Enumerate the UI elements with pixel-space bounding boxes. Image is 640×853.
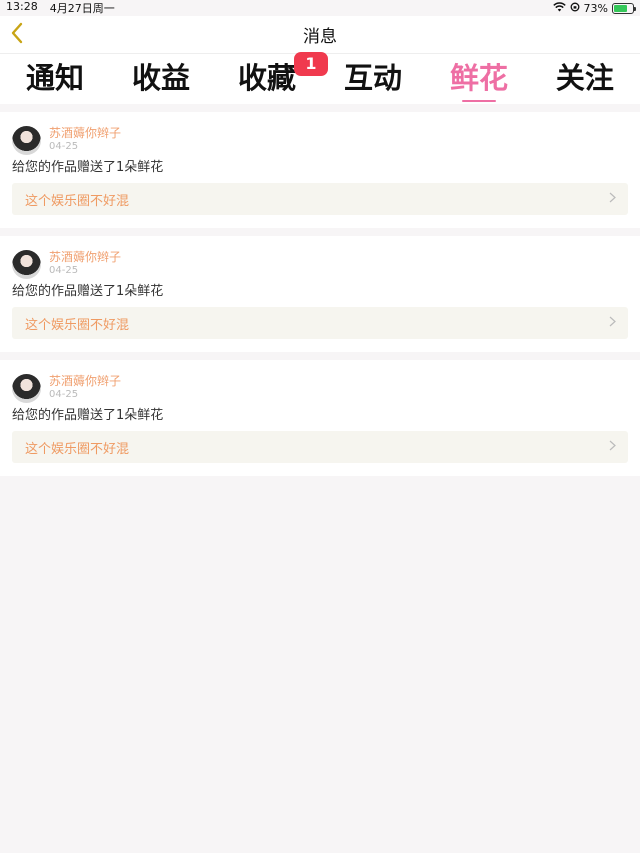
- message-date: 04-25: [49, 389, 79, 400]
- username[interactable]: 苏酒薅你辫子: [49, 250, 121, 264]
- avatar[interactable]: [12, 250, 41, 279]
- tab-label: 收益: [131, 61, 190, 95]
- list-item: 苏酒薅你辫子 04-25 给您的作品赠送了1朵鲜花 这个娱乐圈不好混: [0, 360, 640, 476]
- tab-notifications[interactable]: 通知: [26, 60, 84, 96]
- username[interactable]: 苏酒薅你辫子: [49, 374, 121, 388]
- tab-label: 关注: [555, 61, 614, 95]
- work-title: 这个娱乐圈不好混: [25, 317, 130, 333]
- tab-favorites[interactable]: 收藏 1: [237, 52, 328, 96]
- list-item: 苏酒薅你辫子 04-25 给您的作品赠送了1朵鲜花 这个娱乐圈不好混: [0, 112, 640, 228]
- tab-label: 收藏: [237, 61, 296, 95]
- tab-follows[interactable]: 关注: [556, 60, 614, 96]
- back-button[interactable]: [6, 22, 28, 48]
- message-date: 04-25: [49, 265, 79, 276]
- message-text: 给您的作品赠送了1朵鲜花: [12, 408, 164, 423]
- work-link[interactable]: 这个娱乐圈不好混: [12, 307, 628, 339]
- chevron-right-icon: [609, 192, 616, 207]
- username[interactable]: 苏酒薅你辫子: [49, 126, 121, 140]
- tab-bar: 通知 收益 收藏 1 互动 鲜花 关注: [0, 52, 640, 104]
- chevron-left-icon: [10, 22, 24, 48]
- tab-label: 互动: [343, 61, 402, 95]
- unread-badge: 1: [293, 52, 328, 76]
- message-text: 给您的作品赠送了1朵鲜花: [12, 160, 164, 175]
- battery-percent: 73%: [583, 1, 608, 15]
- status-bar: 13:28 4月27日周一 73%: [0, 0, 640, 16]
- battery-icon: [612, 2, 636, 14]
- tab-label: 通知: [26, 61, 85, 95]
- chevron-right-icon: [609, 316, 616, 331]
- chevron-right-icon: [609, 440, 616, 455]
- active-tab-indicator: [461, 100, 496, 102]
- work-link[interactable]: 这个娱乐圈不好混: [12, 431, 628, 463]
- tab-flowers[interactable]: 鲜花: [449, 60, 508, 102]
- nav-bar: 消息: [0, 16, 640, 54]
- tab-interactions[interactable]: 互动: [344, 60, 402, 96]
- avatar[interactable]: [12, 374, 41, 403]
- avatar[interactable]: [12, 126, 41, 155]
- flower-message-list: 苏酒薅你辫子 04-25 给您的作品赠送了1朵鲜花 这个娱乐圈不好混 苏酒薅你辫…: [0, 104, 640, 476]
- work-title: 这个娱乐圈不好混: [25, 193, 130, 209]
- rotation-lock-icon: [570, 2, 580, 15]
- work-link[interactable]: 这个娱乐圈不好混: [12, 183, 628, 215]
- status-date: 4月27日周一: [49, 2, 115, 15]
- message-date: 04-25: [49, 141, 79, 152]
- wifi-icon: [552, 1, 566, 15]
- page-title: 消息: [303, 27, 337, 47]
- status-time: 13:28: [6, 0, 38, 13]
- list-item: 苏酒薅你辫子 04-25 给您的作品赠送了1朵鲜花 这个娱乐圈不好混: [0, 236, 640, 352]
- message-text: 给您的作品赠送了1朵鲜花: [12, 284, 164, 299]
- work-title: 这个娱乐圈不好混: [25, 441, 130, 457]
- tab-earnings[interactable]: 收益: [132, 60, 190, 96]
- tab-label: 鲜花: [449, 61, 508, 95]
